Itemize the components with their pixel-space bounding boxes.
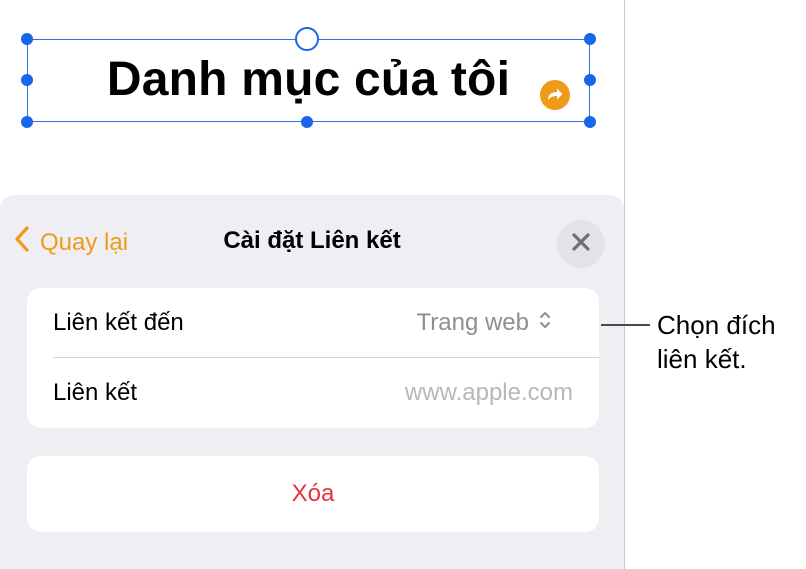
device-screen: Danh mục của tôi Quay lại Cài đặt Liên k… — [0, 0, 625, 569]
resize-handle-left[interactable] — [21, 74, 33, 86]
callout-line-1: Chọn đích — [657, 310, 776, 340]
chevron-up-down-icon — [539, 309, 551, 337]
link-row[interactable]: Liên kết www.apple.com — [27, 358, 599, 428]
close-icon — [572, 232, 590, 256]
resize-handle-bottom[interactable] — [301, 116, 313, 128]
link-to-row[interactable]: Liên kết đến Trang web — [27, 288, 599, 358]
link-badge[interactable] — [537, 77, 573, 113]
link-to-label: Liên kết đến — [53, 309, 184, 336]
link-arrow-icon — [540, 80, 570, 110]
callout-text: Chọn đích liên kết. — [657, 308, 806, 376]
resize-handle-top-left[interactable] — [21, 33, 33, 45]
rotate-handle[interactable] — [295, 27, 319, 51]
delete-link-button[interactable]: Xóa — [27, 456, 599, 532]
link-to-value[interactable]: Trang web — [417, 309, 552, 337]
link-label: Liên kết — [53, 379, 138, 406]
callout-line-2: liên kết. — [657, 344, 747, 374]
sheet-title: Cài đặt Liên kết — [223, 227, 401, 254]
resize-handle-bottom-right[interactable] — [584, 116, 596, 128]
callout-line — [601, 324, 650, 326]
link-settings-sheet: Quay lại Cài đặt Liên kết Liên kết đến T… — [0, 195, 624, 569]
link-url-field[interactable]: www.apple.com — [405, 379, 573, 407]
delete-card: Xóa — [27, 456, 599, 532]
resize-handle-bottom-left[interactable] — [21, 116, 33, 128]
selection-frame — [27, 39, 590, 122]
resize-handle-top-right[interactable] — [584, 33, 596, 45]
link-options-card: Liên kết đến Trang web Liên kết www.appl… — [27, 288, 599, 428]
close-button[interactable] — [557, 220, 605, 268]
link-to-value-text: Trang web — [416, 309, 530, 336]
resize-handle-right[interactable] — [584, 74, 596, 86]
